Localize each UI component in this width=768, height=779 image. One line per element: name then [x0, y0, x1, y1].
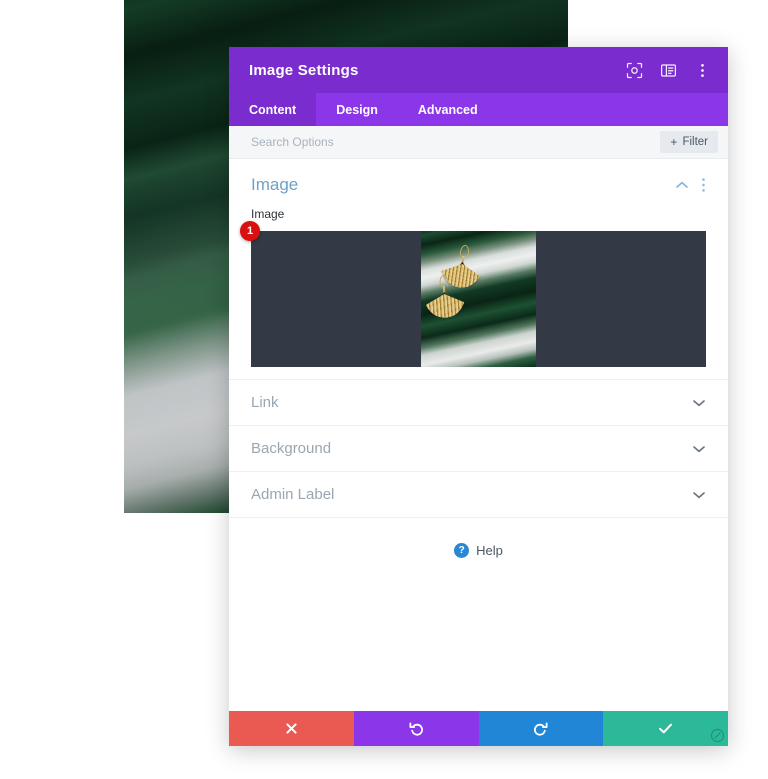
section-image-header: Image [229, 159, 728, 203]
tab-content[interactable]: Content [229, 93, 317, 126]
close-icon [286, 723, 297, 734]
tab-bar: Content Design Advanced [229, 93, 728, 126]
accordion-background[interactable]: Background [229, 425, 728, 471]
layout-panel-icon[interactable] [658, 60, 678, 80]
filter-button-label: Filter [682, 136, 708, 148]
undo-icon [409, 722, 423, 736]
screen: Image Settings Content Design Advanced S… [0, 0, 768, 779]
plus-icon: + [670, 135, 678, 149]
image-thumbnail [421, 231, 536, 367]
image-upload-field: 1 [240, 221, 706, 367]
search-input[interactable] [251, 135, 661, 149]
image-preview[interactable] [251, 231, 706, 367]
redo-icon [534, 722, 548, 736]
chevron-up-icon[interactable] [675, 180, 689, 190]
help-row: ? Help [229, 517, 728, 558]
help-icon[interactable]: ? [454, 543, 470, 558]
accordion-link-label: Link [251, 394, 279, 411]
tab-advanced[interactable]: Advanced [398, 93, 498, 126]
chevron-down-icon [692, 444, 706, 454]
header-actions [624, 60, 712, 80]
section-image: Image Image 1 [229, 159, 728, 379]
check-icon [659, 723, 673, 734]
redo-button[interactable] [478, 711, 604, 746]
modal-header: Image Settings [229, 47, 728, 93]
more-vertical-icon[interactable] [692, 60, 712, 80]
more-vertical-icon[interactable] [701, 177, 706, 193]
page-title: Image Settings [249, 61, 359, 79]
section-image-actions [675, 177, 706, 193]
search-bar: + Filter [229, 126, 728, 159]
resize-handle[interactable] [708, 726, 726, 744]
accordion-background-label: Background [251, 440, 332, 457]
help-link[interactable]: Help [476, 543, 503, 558]
status-badge: 1 [240, 221, 260, 241]
undo-button[interactable] [353, 711, 479, 746]
chevron-down-icon [692, 490, 706, 500]
modal-body: Image Image 1 Link Background Admin Labe… [229, 159, 728, 711]
image-settings-modal: Image Settings Content Design Advanced S… [229, 47, 748, 746]
accordion-admin-label-label: Admin Label [251, 486, 335, 503]
image-field-label: Image [251, 207, 285, 221]
filter-button[interactable]: + Filter [660, 131, 718, 153]
section-image-title: Image [251, 175, 299, 194]
cancel-button[interactable] [229, 711, 354, 746]
tab-design[interactable]: Design [316, 93, 398, 126]
focus-target-icon[interactable] [624, 60, 644, 80]
modal-footer [229, 711, 728, 746]
accordion-admin-label[interactable]: Admin Label [229, 471, 728, 517]
chevron-down-icon [692, 398, 706, 408]
accordion-link[interactable]: Link [229, 379, 728, 425]
